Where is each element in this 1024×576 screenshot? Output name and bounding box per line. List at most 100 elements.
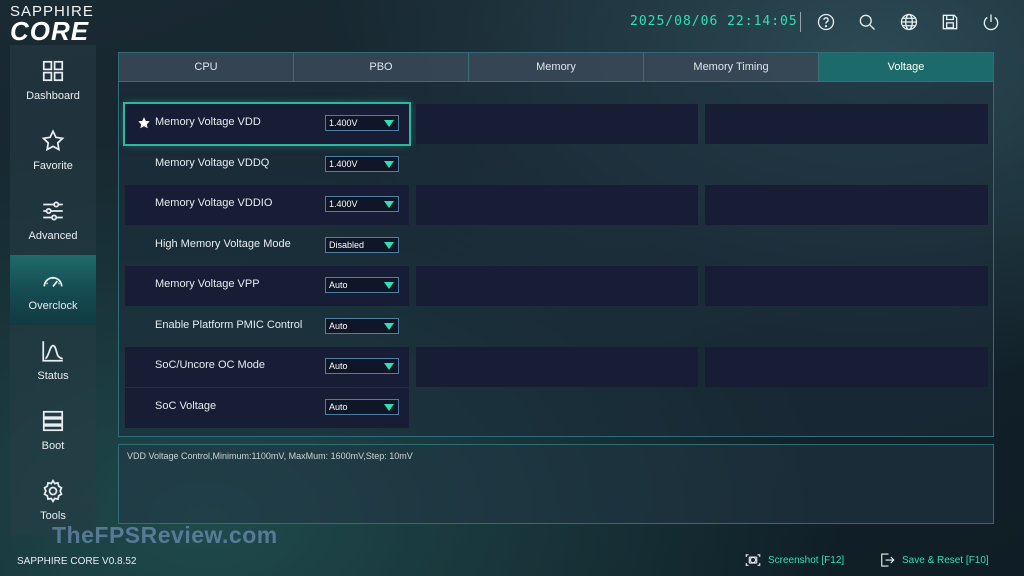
chevron-down-icon — [384, 201, 394, 208]
help-description-panel: VDD Voltage Control,Minimum:1100mV, MaxM… — [118, 444, 994, 524]
dropdown-value: 1.400V — [329, 199, 358, 209]
sidebar-item-label: Dashboard — [26, 90, 80, 102]
empty-cell — [416, 347, 698, 387]
dropdown-value: Auto — [329, 402, 348, 412]
chevron-down-icon — [384, 323, 394, 330]
setting-row: Memory Voltage VDDQ 1.400V — [119, 145, 993, 185]
setting-dropdown[interactable]: 1.400V — [325, 196, 399, 212]
setting-label: Memory Voltage VDDIO — [155, 197, 273, 209]
dashboard-icon — [42, 60, 64, 82]
server-icon — [42, 410, 64, 432]
screenshot-label: Screenshot [F12] — [768, 554, 845, 566]
version-label: SAPPHIRE CORE V0.8.52 — [17, 556, 137, 567]
help-description-text: VDD Voltage Control,Minimum:1100mV, MaxM… — [127, 451, 413, 461]
setting-cell-enable-platform-pmic-control[interactable]: Enable Platform PMIC Control Auto — [125, 307, 409, 347]
setting-dropdown[interactable]: 1.400V — [325, 156, 399, 172]
sidebar-item-status[interactable]: Status — [10, 325, 96, 395]
setting-row: Memory Voltage VDDIO 1.400V — [119, 185, 993, 225]
empty-cell — [416, 266, 698, 306]
power-icon[interactable] — [980, 11, 1002, 33]
tab-bar: CPU PBO Memory Memory Timing Voltage — [119, 53, 993, 82]
sidebar-item-favorite[interactable]: Favorite — [10, 115, 96, 185]
tab-cpu[interactable]: CPU — [119, 53, 294, 82]
sapphire-core-logo: SAPPHIRE CORE — [10, 4, 120, 44]
chevron-down-icon — [384, 161, 394, 168]
setting-label: SoC Voltage — [155, 400, 217, 412]
setting-row: Memory Voltage VPP Auto — [119, 266, 993, 306]
sidebar-item-boot[interactable]: Boot — [10, 395, 96, 465]
empty-cell — [416, 185, 698, 225]
help-icon[interactable] — [815, 11, 837, 33]
dropdown-value: Auto — [329, 361, 348, 371]
setting-label: High Memory Voltage Mode — [155, 238, 291, 250]
clock: 2025/08/06 22:14:05 — [630, 14, 798, 29]
setting-row: Enable Platform PMIC Control Auto — [119, 307, 993, 347]
setting-cell-memory-voltage-vddio[interactable]: Memory Voltage VDDIO 1.400V — [125, 185, 409, 225]
chevron-down-icon — [384, 120, 394, 127]
sliders-icon — [43, 201, 63, 221]
empty-cell — [705, 347, 988, 387]
setting-label: Memory Voltage VDD — [155, 116, 261, 128]
watermark: TheFPSReview.com — [52, 522, 278, 548]
setting-row: SoC Voltage Auto — [119, 388, 993, 428]
empty-cell — [705, 185, 988, 225]
exit-icon — [881, 553, 895, 567]
dropdown-value: Disabled — [329, 240, 365, 250]
setting-dropdown[interactable]: Auto — [325, 358, 399, 374]
setting-dropdown[interactable]: Disabled — [325, 237, 399, 253]
setting-label: Enable Platform PMIC Control — [155, 319, 303, 331]
favorite-star-icon[interactable] — [137, 116, 151, 130]
save-reset-label: Save & Reset [F10] — [902, 554, 989, 566]
sidebar-item-dashboard[interactable]: Dashboard — [10, 45, 96, 115]
empty-cell — [705, 104, 988, 144]
sidebar-item-overclock[interactable]: Overclock — [10, 255, 96, 325]
save-reset-button[interactable]: Save & Reset [F10] — [878, 551, 989, 569]
setting-row: Memory Voltage VDD 1.400V — [119, 102, 993, 146]
dropdown-value: 1.400V — [329, 159, 358, 169]
chevron-down-icon — [384, 363, 394, 370]
setting-cell-memory-voltage-vpp[interactable]: Memory Voltage VPP Auto — [125, 266, 409, 306]
tab-memory-timing[interactable]: Memory Timing — [644, 53, 819, 82]
search-icon[interactable] — [856, 11, 878, 33]
setting-dropdown[interactable]: Auto — [325, 277, 399, 293]
sidebar-item-advanced[interactable]: Advanced — [10, 185, 96, 255]
settings-panel: CPU PBO Memory Memory Timing Voltage Mem… — [118, 52, 994, 437]
chevron-down-icon — [384, 404, 394, 411]
setting-cell-memory-voltage-vdd[interactable]: Memory Voltage VDD 1.400V — [123, 102, 411, 146]
setting-label: SoC/Uncore OC Mode — [155, 359, 266, 371]
dropdown-value: Auto — [329, 321, 348, 331]
sidebar-item-label: Favorite — [33, 160, 73, 172]
tab-memory[interactable]: Memory — [469, 53, 644, 82]
setting-row: SoC/Uncore OC Mode Auto — [119, 347, 993, 387]
header-divider — [800, 12, 801, 32]
globe-icon[interactable] — [898, 11, 920, 33]
dropdown-value: Auto — [329, 280, 348, 290]
setting-label: Memory Voltage VPP — [155, 278, 260, 290]
setting-row: High Memory Voltage Mode Disabled — [119, 226, 993, 266]
sidebar-item-label: Tools — [40, 510, 66, 522]
setting-cell-high-memory-voltage-mode[interactable]: High Memory Voltage Mode Disabled — [125, 226, 409, 266]
tab-voltage[interactable]: Voltage — [819, 53, 993, 82]
setting-dropdown[interactable]: Auto — [325, 318, 399, 334]
setting-dropdown[interactable]: Auto — [325, 399, 399, 415]
setting-dropdown[interactable]: 1.400V — [325, 115, 399, 131]
sidebar-item-label: Status — [37, 370, 69, 382]
sidebar-item-label: Boot — [41, 440, 65, 452]
gauge-icon — [43, 276, 63, 287]
chart-icon — [42, 341, 63, 362]
setting-cell-memory-voltage-vddq[interactable]: Memory Voltage VDDQ 1.400V — [125, 145, 409, 185]
save-icon[interactable] — [939, 11, 961, 33]
camera-icon — [745, 554, 761, 566]
tab-pbo[interactable]: PBO — [294, 53, 469, 82]
setting-cell-soc-uncore-oc-mode[interactable]: SoC/Uncore OC Mode Auto — [125, 347, 409, 387]
screenshot-button[interactable]: Screenshot [F12] — [744, 551, 844, 569]
gear-icon — [43, 479, 63, 503]
empty-cell — [705, 266, 988, 306]
setting-label: Memory Voltage VDDQ — [155, 157, 270, 169]
setting-cell-soc-voltage[interactable]: SoC Voltage Auto — [125, 388, 409, 428]
star-icon — [41, 129, 65, 152]
empty-cell — [416, 104, 698, 144]
chevron-down-icon — [384, 282, 394, 289]
sidebar: Dashboard Favorite Advanced Overclock St… — [10, 45, 96, 535]
chevron-down-icon — [384, 242, 394, 249]
